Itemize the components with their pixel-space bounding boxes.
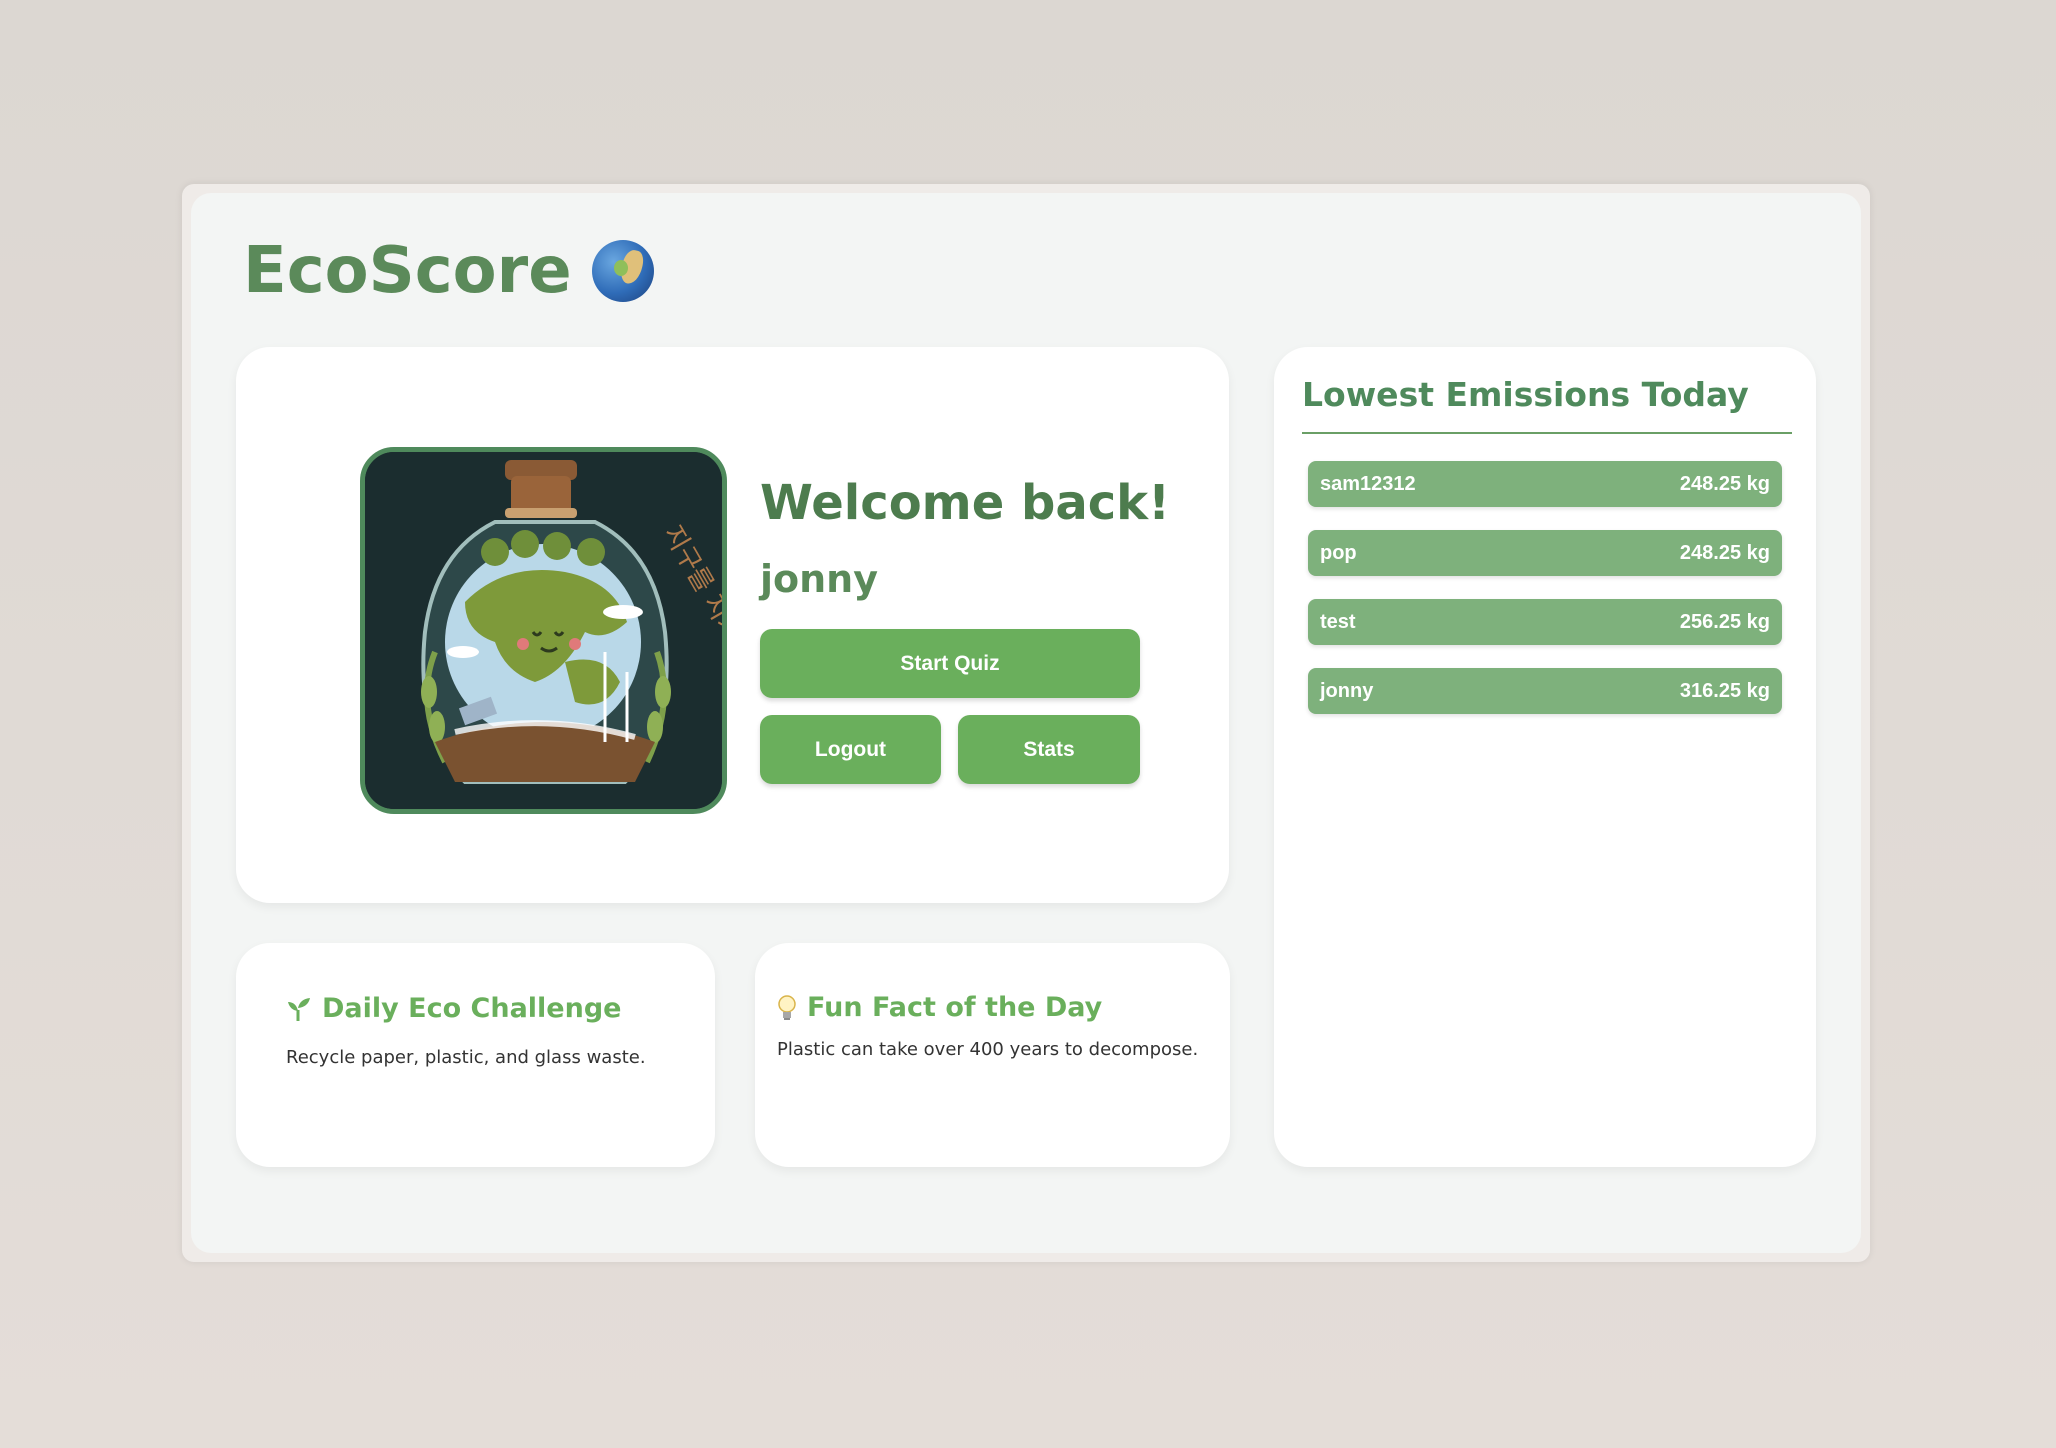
leaderboard-username: pop (1320, 541, 1357, 564)
leaderboard-emission: 248.25 kg (1679, 472, 1770, 495)
leaderboard-emission: 248.25 kg (1679, 541, 1770, 564)
welcome-card: 지구를 지켜줘 Welcome back! jonny Start Quiz L… (236, 347, 1229, 903)
fun-fact-heading: Fun Fact of the Day (777, 992, 1102, 1023)
stats-button[interactable]: Stats (958, 715, 1140, 784)
logout-button[interactable]: Logout (760, 715, 941, 784)
app-window: EcoScore Welcome back! jonny Start Quiz … (182, 184, 1870, 1262)
daily-challenge-heading: Daily Eco Challenge (286, 993, 621, 1024)
leaderboard-emission: 256.25 kg (1679, 610, 1770, 633)
sprout-icon (288, 997, 310, 1021)
daily-challenge-text: Recycle paper, plastic, and glass waste. (286, 1047, 646, 1068)
leaderboard-username: jonny (1320, 679, 1374, 702)
globe-icon (591, 240, 654, 302)
leaderboard-username: sam12312 (1320, 472, 1416, 495)
leaderboard-emission: 316.25 kg (1679, 679, 1770, 702)
leaderboard-row: test 256.25 kg (1308, 599, 1782, 645)
daily-challenge-title: Daily Eco Challenge (322, 993, 622, 1024)
leaderboard-username: test (1320, 610, 1356, 633)
fun-fact-title: Fun Fact of the Day (807, 992, 1103, 1023)
leaderboard-row: jonny 316.25 kg (1308, 668, 1782, 714)
start-quiz-button[interactable]: Start Quiz (760, 629, 1140, 698)
welcome-heading: Welcome back! (760, 475, 1170, 531)
app-title: EcoScore (243, 239, 654, 303)
fun-fact-text: Plastic can take over 400 years to decom… (777, 1039, 1199, 1060)
username-label: jonny (760, 557, 879, 601)
leaderboard-card: Lowest Emissions Today sam12312 248.25 k… (1274, 347, 1816, 1167)
daily-challenge-card: Daily Eco Challenge Recycle paper, plast… (236, 943, 715, 1167)
lightbulb-icon (778, 994, 796, 1020)
leaderboard-list: sam12312 248.25 kg pop 248.25 kg test 25… (1308, 461, 1782, 737)
app-title-text: EcoScore (243, 234, 572, 308)
fun-fact-card: Fun Fact of the Day Plastic can take ove… (755, 943, 1230, 1167)
leaderboard-divider (1302, 432, 1792, 434)
earth-jar-illustration: 지구를 지켜줘 (365, 452, 722, 809)
app-content: EcoScore Welcome back! jonny Start Quiz … (191, 193, 1861, 1253)
profile-avatar: 지구를 지켜줘 (360, 447, 727, 814)
leaderboard-title: Lowest Emissions Today (1302, 375, 1749, 414)
leaderboard-row: pop 248.25 kg (1308, 530, 1782, 576)
leaderboard-row: sam12312 248.25 kg (1308, 461, 1782, 507)
